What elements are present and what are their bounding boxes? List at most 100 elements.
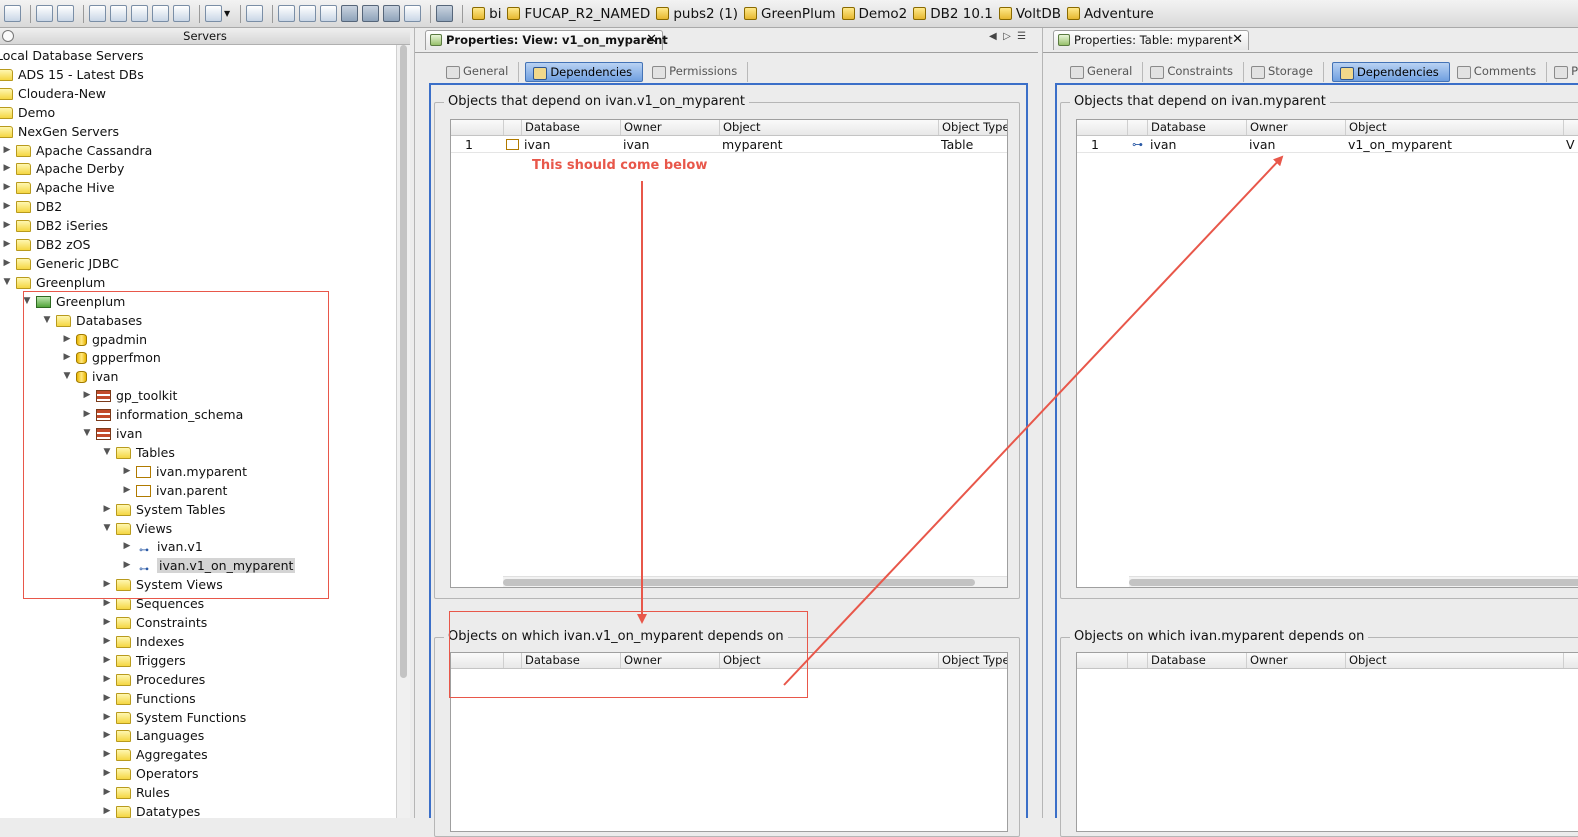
subtab-general[interactable]: General: [439, 62, 520, 82]
layout-6-icon[interactable]: [383, 5, 401, 22]
layout-4-icon[interactable]: [341, 5, 359, 22]
column-header-object-type[interactable]: [1563, 653, 1571, 668]
panel-menu-icon[interactable]: [2, 30, 14, 42]
connection-button-bi[interactable]: bi: [489, 6, 501, 22]
tab-table-properties[interactable]: Properties: Table: myparent ✕: [1053, 30, 1249, 50]
tree-node[interactable]: ▶ Triggers: [100, 651, 186, 670]
chevron-right-icon[interactable]: ▶: [100, 670, 114, 689]
chevron-right-icon[interactable]: ▶: [0, 197, 14, 216]
connection-button-voltdb[interactable]: VoltDB: [1016, 6, 1061, 22]
chevron-right-icon[interactable]: ▶: [0, 216, 14, 235]
tree-node[interactable]: ▶ Functions: [100, 689, 196, 708]
tree-node[interactable]: ▶ Apache Derby: [0, 159, 125, 178]
scrollbar-thumb[interactable]: [503, 579, 975, 586]
grid-horizontal-scrollbar[interactable]: [503, 576, 1007, 587]
table-row[interactable]: 1 ivan ivan myparent Table: [451, 136, 1007, 153]
layout-8-icon[interactable]: [436, 5, 454, 22]
chevron-right-icon[interactable]: ▶: [100, 745, 114, 764]
tree-node[interactable]: ▶ Procedures: [100, 670, 206, 689]
disconnect-icon[interactable]: [57, 5, 74, 22]
chevron-right-icon[interactable]: ▶: [100, 726, 114, 745]
tree-node[interactable]: ▶ Aggregates: [100, 745, 208, 764]
chevron-right-icon[interactable]: ▶: [0, 235, 14, 254]
tree-node[interactable]: ▶ Generic JDBC: [0, 254, 119, 273]
subtab-dependencies[interactable]: Dependencies: [525, 62, 644, 82]
tree-node[interactable]: ▶ DB2 iSeries: [0, 216, 109, 235]
connection-button-fucap[interactable]: FUCAP_R2_NAMED: [524, 6, 650, 22]
query-builder-icon[interactable]: [110, 5, 127, 22]
grid-horizontal-scrollbar[interactable]: [1129, 576, 1578, 587]
chevron-right-icon[interactable]: ▶: [0, 159, 14, 178]
column-header-owner[interactable]: Owner: [1246, 120, 1288, 135]
connection-button-adventure[interactable]: Adventure: [1084, 6, 1154, 22]
layout-1-icon[interactable]: [278, 5, 296, 22]
tree-node[interactable]: ▶ System Functions: [100, 708, 247, 727]
sql-editor-icon[interactable]: [89, 5, 106, 22]
tree-node[interactable]: Local Database Servers: [0, 46, 144, 65]
column-header-object[interactable]: Object: [1345, 120, 1386, 135]
subtab-comments[interactable]: Comments: [1450, 62, 1548, 82]
scrollbar-thumb[interactable]: [400, 45, 407, 678]
history-icon[interactable]: [246, 5, 264, 22]
layout-5-icon[interactable]: [362, 5, 380, 22]
chevron-down-icon[interactable]: ▼: [224, 9, 230, 18]
monitor-icon[interactable]: [173, 5, 190, 22]
chevron-right-icon[interactable]: ▶: [100, 689, 114, 708]
dependents-grid[interactable]: Database Owner Object 1 ⊶ ivan ivan v1_o…: [1076, 119, 1578, 588]
connection-button-pubs2[interactable]: pubs2 (1): [673, 6, 738, 22]
schema-compare-icon[interactable]: [131, 5, 148, 22]
layout-2-icon[interactable]: [299, 5, 317, 22]
tree-node[interactable]: ▶ Apache Hive: [0, 178, 115, 197]
dependencies-on-grid[interactable]: Database Owner Object: [1076, 652, 1578, 832]
connect-icon[interactable]: [36, 5, 53, 22]
tree-node[interactable]: ▶ Rules: [100, 783, 170, 802]
chevron-right-icon[interactable]: ▶: [0, 254, 14, 273]
chevron-right-icon[interactable]: ▶: [100, 783, 114, 802]
column-header-object[interactable]: Object: [1345, 653, 1386, 668]
chevron-right-icon[interactable]: ▶: [0, 141, 14, 160]
subtab-more[interactable]: P: [1547, 62, 1578, 82]
subtab-dependencies[interactable]: Dependencies: [1331, 62, 1450, 82]
tree-node[interactable]: ▶ Datatypes: [100, 802, 200, 818]
chevron-right-icon[interactable]: ▶: [100, 632, 114, 651]
tree-node[interactable]: ▶ Constraints: [100, 613, 208, 632]
tab-view-properties[interactable]: Properties: View: v1_on_myparent ✕: [425, 30, 668, 50]
table-row[interactable]: 1 ⊶ ivan ivan v1_on_myparent V: [1077, 136, 1578, 153]
tree-node[interactable]: ▼ Greenplum: [0, 273, 106, 292]
subtab-permissions[interactable]: Permissions: [645, 62, 749, 82]
scrollbar-thumb[interactable]: [1129, 579, 1578, 586]
tree-node[interactable]: ▶ Indexes: [100, 632, 185, 651]
subtab-storage[interactable]: Storage: [1244, 62, 1324, 82]
chevron-right-icon[interactable]: ▶: [100, 764, 114, 783]
tree-node[interactable]: ▶ DB2: [0, 197, 63, 216]
tree-node[interactable]: Demo: [0, 103, 55, 122]
dependents-grid[interactable]: Database Owner Object Object Type 1 ivan…: [450, 119, 1008, 588]
chevron-left-icon[interactable]: ◀: [989, 31, 997, 42]
column-header-database[interactable]: Database: [1147, 653, 1206, 668]
close-icon[interactable]: ✕: [646, 31, 657, 49]
tree-vertical-scrollbar[interactable]: [396, 45, 410, 818]
connection-button-greenplum[interactable]: GreenPlum: [761, 6, 835, 22]
tree-node[interactable]: ▶ DB2 zOS: [0, 235, 91, 254]
new-connection-icon[interactable]: [4, 5, 21, 22]
column-header-database[interactable]: Database: [521, 120, 580, 135]
chevron-right-icon[interactable]: ▶: [100, 708, 114, 727]
connection-button-demo2[interactable]: Demo2: [859, 6, 908, 22]
close-icon[interactable]: ✕: [1232, 31, 1243, 49]
tree-node[interactable]: ADS 15 - Latest DBs: [0, 65, 144, 84]
chevron-right-icon[interactable]: ▶: [0, 178, 14, 197]
column-header-object[interactable]: Object: [719, 120, 760, 135]
tree-node[interactable]: ▶ Operators: [100, 764, 199, 783]
column-header-object-type[interactable]: Object Type: [938, 120, 1007, 135]
layout-7-icon[interactable]: [404, 5, 422, 22]
tree-node[interactable]: ▶ Languages: [100, 726, 205, 745]
subtab-general[interactable]: General: [1063, 62, 1144, 82]
list-tabs-icon[interactable]: ☰: [1017, 31, 1026, 42]
chevron-down-icon[interactable]: ▼: [0, 273, 14, 292]
chevron-right-icon[interactable]: ▷: [1003, 31, 1011, 42]
connection-button-db2[interactable]: DB2 10.1: [930, 6, 993, 22]
subtab-constraints[interactable]: Constraints: [1143, 62, 1244, 82]
column-header-owner[interactable]: Owner: [620, 120, 662, 135]
tree-node[interactable]: Cloudera-New: [0, 84, 106, 103]
data-compare-icon[interactable]: [152, 5, 169, 22]
